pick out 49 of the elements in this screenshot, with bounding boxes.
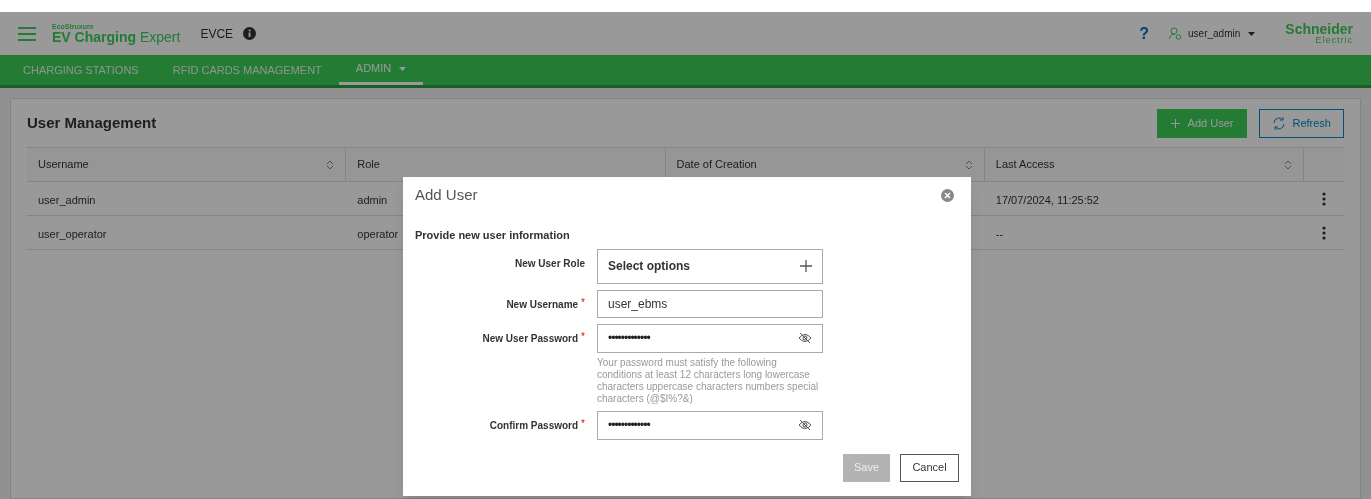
more-icon[interactable] xyxy=(1322,225,1327,240)
user-icon xyxy=(1169,27,1183,40)
app-name: EV Charging Expert xyxy=(52,30,181,44)
sort-icon[interactable] xyxy=(326,159,335,170)
form-subtitle: Provide new user information xyxy=(415,228,571,243)
sort-icon[interactable] xyxy=(964,159,973,170)
password-field[interactable]: ••••••••••••• xyxy=(597,323,823,353)
table-cell: user_admin xyxy=(38,193,96,206)
page-title: User Management xyxy=(27,112,157,133)
refresh-icon xyxy=(1272,116,1287,130)
add-user-button[interactable]: Add User xyxy=(1156,108,1248,138)
eye-slash-icon[interactable] xyxy=(798,332,812,344)
table-cell: admin xyxy=(357,193,388,206)
table-cell: -- xyxy=(995,227,1004,240)
more-icon[interactable] xyxy=(1322,191,1327,206)
role-select[interactable]: Select options xyxy=(597,248,823,284)
field-label: Confirm Password xyxy=(489,418,579,433)
caret-icon xyxy=(399,66,407,71)
required-mark: * xyxy=(581,417,585,431)
refresh-button[interactable]: Refresh xyxy=(1259,108,1344,138)
required-mark: * xyxy=(581,330,585,344)
plus-icon xyxy=(800,260,812,272)
info-icon[interactable] xyxy=(243,27,257,40)
password-hint: Your password must satisfy the following conditions at least 12 characters long lowercase characters uppercase characters numbers special characters (@$I%?&) xyxy=(597,356,820,405)
app-code: EVCE xyxy=(200,25,234,43)
field-label: New User Password xyxy=(482,331,579,346)
username-field[interactable]: user_ebms xyxy=(597,289,823,318)
dialog-title: Add User xyxy=(415,185,478,206)
help-link[interactable]: ? xyxy=(1139,21,1150,46)
caret-icon xyxy=(1248,31,1256,36)
sort-icon[interactable] xyxy=(1284,159,1293,170)
field-label: New Username xyxy=(506,297,579,312)
field-label: New User Role xyxy=(514,256,585,271)
table-cell: user_operator xyxy=(38,227,107,240)
user-menu[interactable]: user_admin xyxy=(1188,26,1256,41)
plus-icon xyxy=(1170,118,1180,128)
column-header: Role xyxy=(357,157,380,173)
table-cell: operator xyxy=(357,227,399,240)
table-cell: 17/07/2024, 11:25:52 xyxy=(995,193,1099,206)
close-icon[interactable] xyxy=(941,189,954,202)
vendor-logo: Schneider Electric xyxy=(1285,22,1353,45)
column-header: Date of Creation xyxy=(676,157,757,173)
password-field[interactable]: ••••••••••••• xyxy=(597,410,823,440)
cancel-button[interactable]: Cancel xyxy=(900,453,959,482)
eye-slash-icon[interactable] xyxy=(798,419,812,431)
required-mark: * xyxy=(581,296,585,310)
nav-tab[interactable]: ADMIN xyxy=(338,55,424,85)
column-header: Last Access xyxy=(995,157,1055,173)
column-header: Username xyxy=(38,157,89,173)
